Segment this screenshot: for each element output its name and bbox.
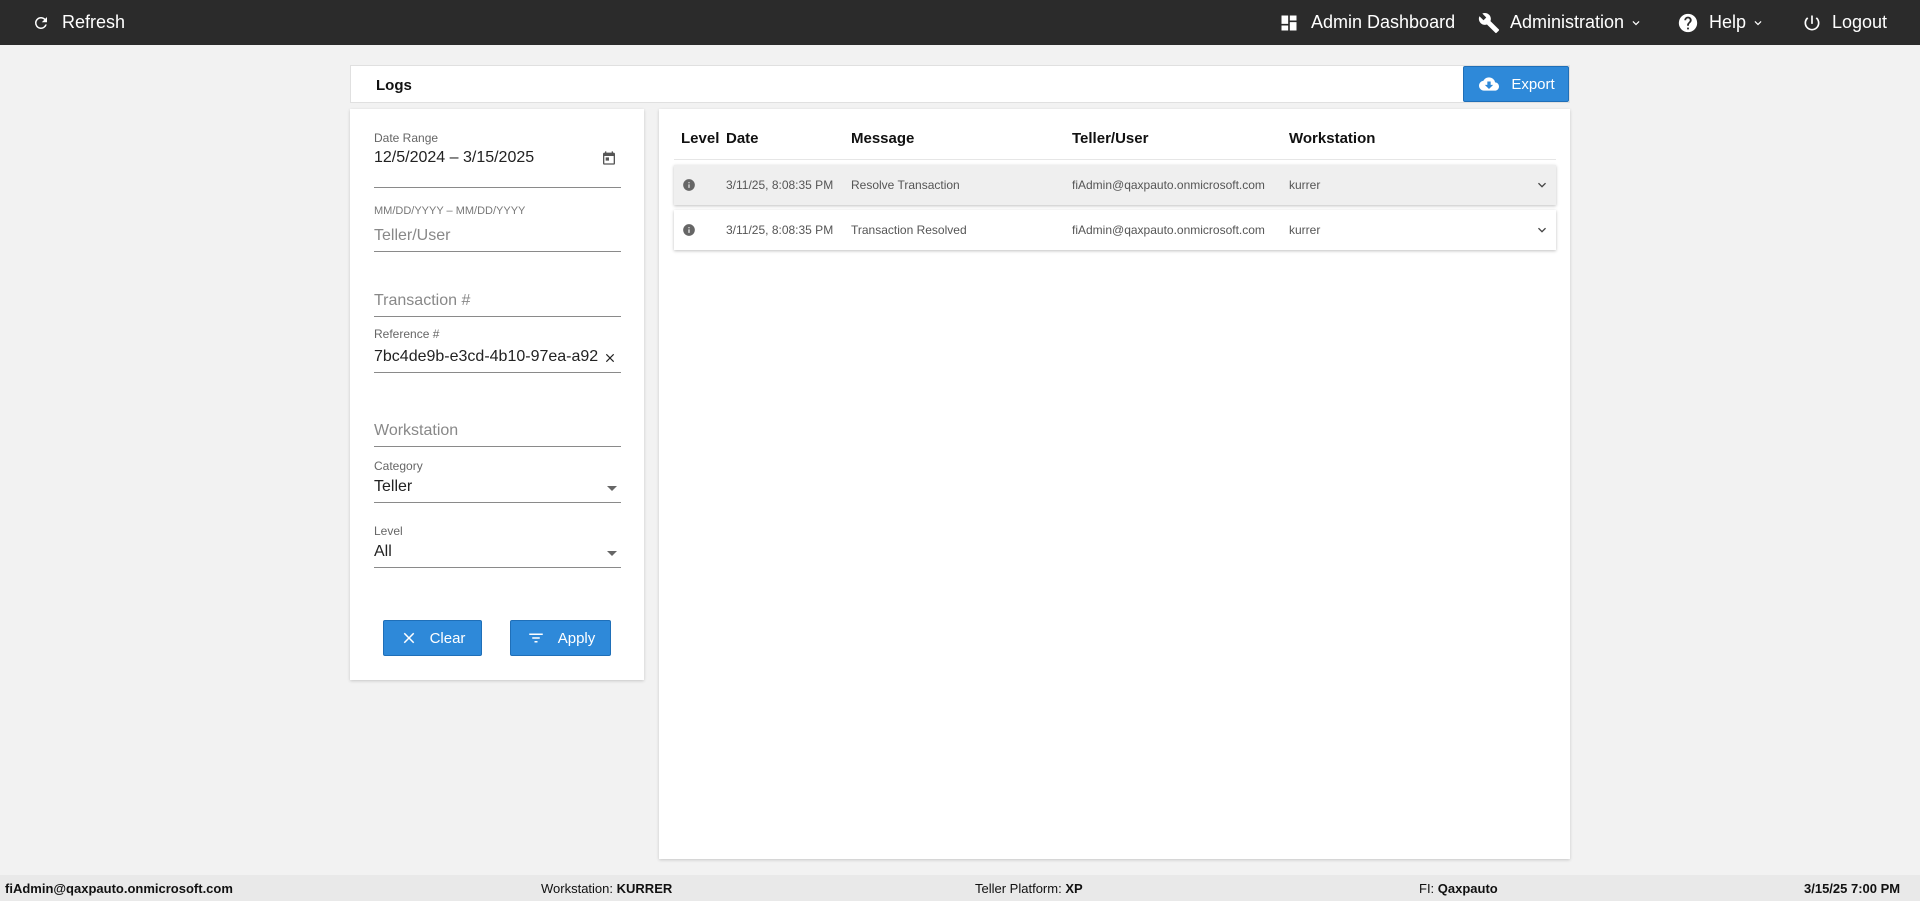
help-label: Help [1709, 12, 1747, 32]
status-fi-label: FI: [1419, 881, 1435, 896]
help-icon [1678, 13, 1698, 32]
row-workstation: kurrer [1289, 223, 1321, 237]
row-user: fiAdmin@qaxpauto.onmicrosoft.com [1072, 223, 1265, 237]
status-bar: fiAdmin@qaxpauto.onmicrosoft.com Worksta… [0, 875, 1920, 901]
workstation-input[interactable]: Workstation [374, 409, 621, 447]
clear-label: Clear [429, 629, 466, 647]
level-label: Level [374, 524, 403, 538]
refresh-button[interactable]: Refresh [32, 0, 125, 45]
date-range-field[interactable]: Date Range 12/5/2024 – 3/15/2025 MM/DD/Y… [374, 131, 621, 217]
level-value: All [374, 543, 392, 560]
row-message: Transaction Resolved [851, 223, 967, 237]
power-icon [1804, 15, 1820, 30]
reference-number-value: 7bc4de9b-e3cd-4b10-97ea-a92 [374, 348, 599, 365]
close-icon[interactable] [603, 351, 617, 365]
dashboard-icon [1281, 15, 1297, 30]
column-header-teller-user[interactable]: Teller/User [1072, 130, 1148, 147]
top-navigation-bar: Refresh Admin Dashboard Administration H… [0, 0, 1920, 45]
category-value: Teller [374, 478, 413, 495]
column-header-message[interactable]: Message [851, 130, 914, 147]
filter-panel: Date Range 12/5/2024 – 3/15/2025 MM/DD/Y… [350, 109, 644, 680]
date-range-value: 12/5/2024 – 3/15/2025 [374, 149, 535, 166]
status-platform: Teller Platform: XP [975, 881, 1083, 896]
admin-dashboard-link[interactable]: Admin Dashboard [1279, 0, 1455, 45]
filter-icon [528, 633, 543, 643]
teller-user-placeholder: Teller/User [374, 227, 451, 244]
row-workstation: kurrer [1289, 178, 1321, 192]
column-header-date[interactable]: Date [726, 130, 759, 147]
transaction-number-input[interactable]: Transaction # [374, 279, 621, 317]
column-header-level[interactable]: Level [681, 130, 719, 147]
status-workstation-value: KURRER [616, 881, 673, 896]
page-title: Logs [376, 77, 412, 94]
row-date: 3/11/25, 8:08:35 PM [726, 223, 834, 237]
status-platform-value: XP [1065, 881, 1083, 896]
clear-button[interactable]: Clear [383, 620, 482, 656]
status-datetime: 3/15/25 7:00 PM [1804, 881, 1901, 896]
status-user: fiAdmin@qaxpauto.onmicrosoft.com [5, 881, 233, 896]
status-workstation: Workstation: KURRER [541, 881, 672, 896]
chevron-down-icon [1632, 20, 1640, 25]
table-row[interactable]: 3/11/25, 8:08:35 PM Resolve Transaction … [674, 165, 1556, 205]
administration-menu[interactable]: Administration [1478, 0, 1643, 45]
chevron-down-icon[interactable] [1534, 222, 1550, 238]
table-row[interactable]: 3/11/25, 8:08:35 PM Transaction Resolved… [674, 210, 1556, 250]
category-label: Category [374, 459, 423, 473]
transaction-number-placeholder: Transaction # [374, 292, 471, 309]
refresh-icon [34, 16, 47, 29]
administration-label: Administration [1510, 12, 1625, 32]
logout-button[interactable]: Logout [1802, 0, 1887, 45]
level-select[interactable]: Level All [374, 524, 621, 568]
dropdown-arrow-icon [607, 486, 617, 491]
close-icon [403, 632, 414, 644]
status-platform-label: Teller Platform: [975, 881, 1062, 896]
info-icon [683, 224, 695, 236]
row-user: fiAdmin@qaxpauto.onmicrosoft.com [1072, 178, 1265, 192]
reference-number-label: Reference # [374, 327, 440, 341]
apply-label: Apply [557, 629, 596, 647]
chevron-down-icon [1754, 20, 1762, 25]
cloud-download-icon [1479, 77, 1500, 91]
header-divider [674, 159, 1556, 160]
chevron-down-icon[interactable] [1534, 177, 1550, 193]
export-button[interactable]: Export [1463, 66, 1569, 102]
help-menu[interactable]: Help [1677, 0, 1765, 45]
export-label: Export [1511, 75, 1555, 93]
page-header: Logs [350, 65, 1570, 103]
info-icon [683, 179, 695, 191]
teller-user-input[interactable]: Teller/User [374, 214, 621, 252]
status-workstation-label: Workstation: [541, 881, 614, 896]
date-range-label: Date Range [374, 131, 439, 145]
column-header-workstation[interactable]: Workstation [1289, 130, 1375, 147]
row-message: Resolve Transaction [851, 178, 960, 192]
status-fi: FI: Qaxpauto [1419, 881, 1498, 896]
reference-number-input[interactable]: Reference # 7bc4de9b-e3cd-4b10-97ea-a92 [374, 327, 621, 373]
workstation-placeholder: Workstation [374, 422, 459, 439]
refresh-label: Refresh [62, 12, 126, 32]
calendar-icon[interactable] [601, 150, 617, 166]
logs-table: Level Date Message Teller/User Workstati… [659, 109, 1570, 859]
logout-label: Logout [1832, 12, 1888, 32]
status-fi-value: Qaxpauto [1437, 881, 1498, 896]
dropdown-arrow-icon [607, 551, 617, 556]
wrench-icon [1478, 12, 1500, 33]
row-date: 3/11/25, 8:08:35 PM [726, 178, 834, 192]
admin-dashboard-label: Admin Dashboard [1311, 12, 1456, 32]
apply-button[interactable]: Apply [510, 620, 611, 656]
category-select[interactable]: Category Teller [374, 459, 621, 503]
